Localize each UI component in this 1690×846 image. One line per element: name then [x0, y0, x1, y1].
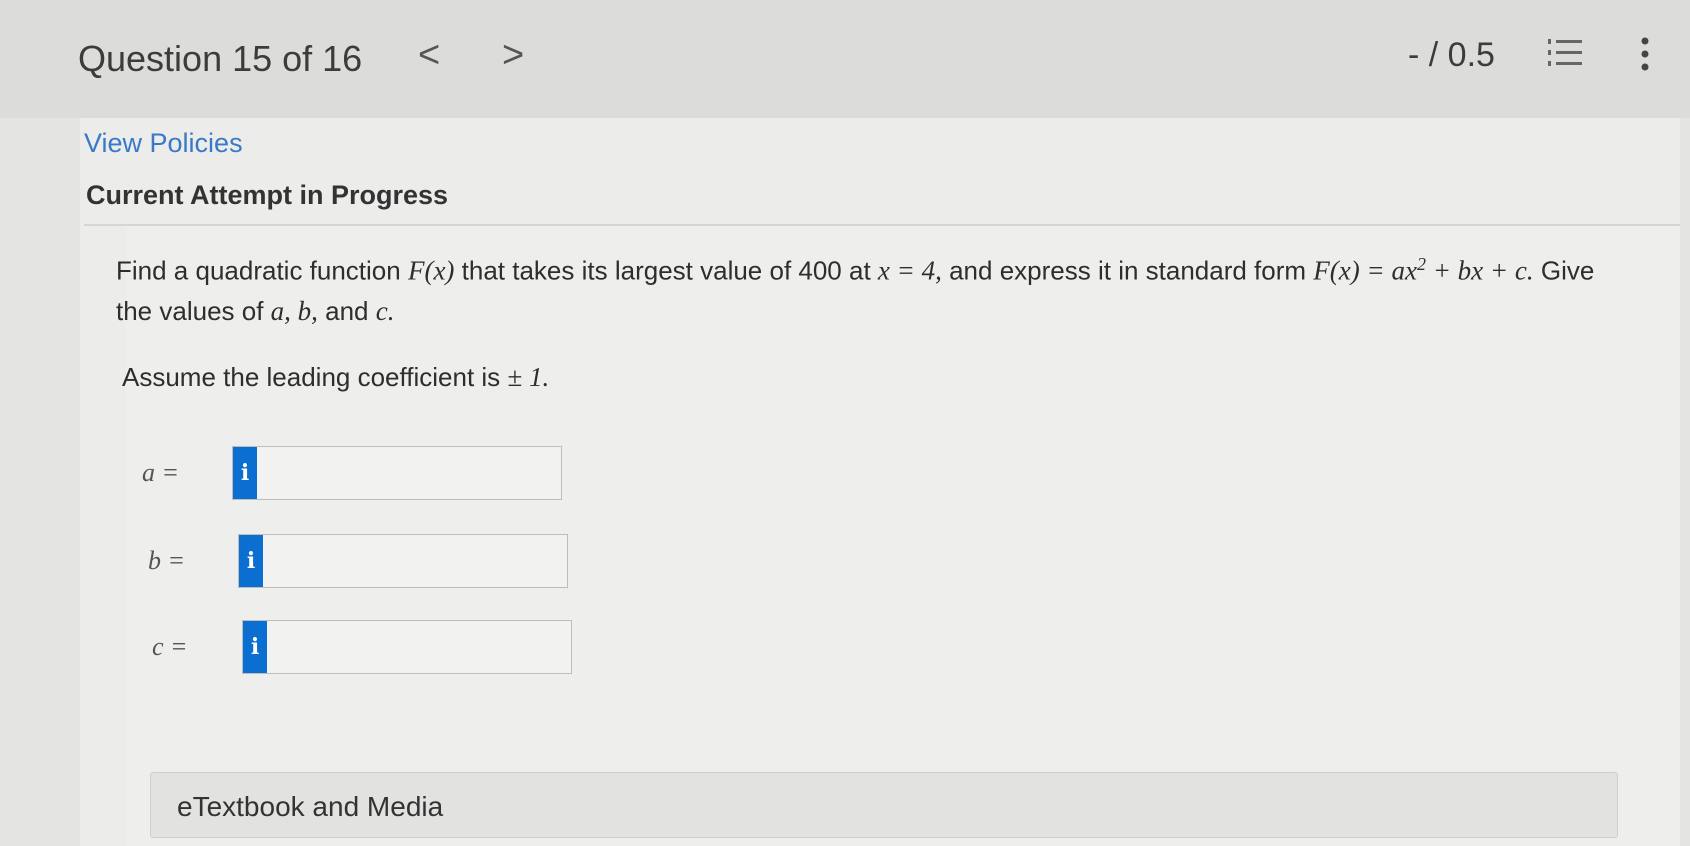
answer-field-c: i [242, 620, 572, 674]
etextbook-and-media-section[interactable]: eTextbook and Media [150, 772, 1618, 838]
info-icon[interactable]: i [233, 447, 257, 499]
answer-label-a: a = [142, 458, 180, 487]
info-icon[interactable]: i [243, 621, 267, 673]
question-header: Question 15 of 16 < > - / 0.5 [0, 0, 1690, 118]
score-display: - / 0.5 [1408, 36, 1495, 74]
question-counter: Question 15 of 16 [78, 38, 363, 79]
view-policies-link[interactable]: View Policies [84, 128, 243, 159]
attempt-status: Current Attempt in Progress [86, 180, 449, 210]
previous-question-button[interactable]: < [418, 36, 440, 74]
answer-field-a: i [232, 446, 562, 500]
assumption-text: Assume the leading coefficient is ± 1. [122, 362, 550, 392]
answer-label-c: c = [152, 632, 188, 661]
answer-input-a[interactable] [257, 447, 561, 499]
question-text: Find a quadratic function F(x) that take… [116, 254, 1595, 326]
answer-field-b: i [238, 534, 568, 588]
more-options-icon[interactable] [1638, 34, 1652, 74]
answer-input-c[interactable] [267, 621, 571, 673]
info-icon[interactable]: i [239, 535, 263, 587]
answer-input-b[interactable] [263, 535, 567, 587]
next-question-button[interactable]: > [502, 36, 524, 74]
question-list-icon[interactable] [1546, 36, 1586, 70]
answer-label-b: b = [148, 546, 186, 575]
